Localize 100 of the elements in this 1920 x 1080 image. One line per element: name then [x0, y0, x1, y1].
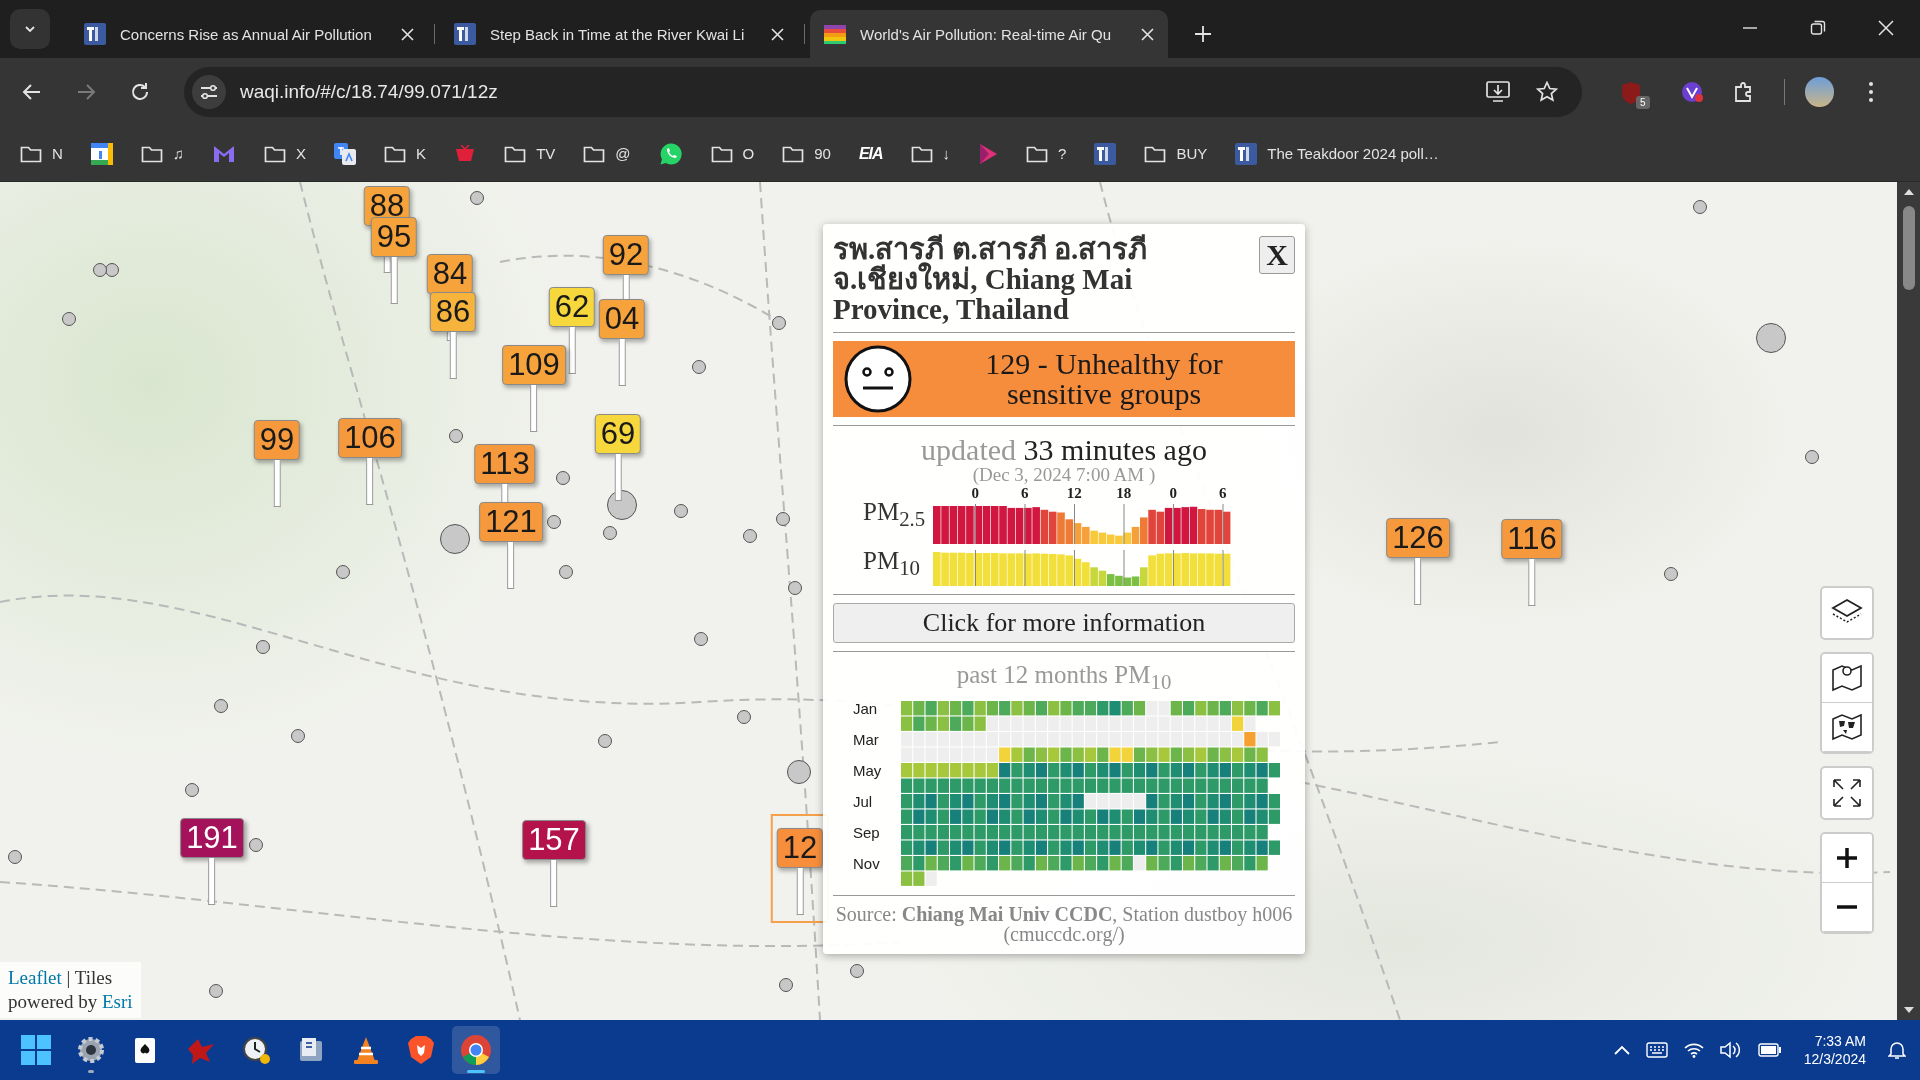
- install-app-icon[interactable]: [1486, 81, 1510, 103]
- marker-pole: [507, 542, 515, 589]
- site-logo-icon: [1235, 142, 1258, 165]
- bookmark-folder[interactable]: ↓: [910, 144, 951, 163]
- hour-tick-label: 0: [1169, 485, 1177, 501]
- bookmark-folder[interactable]: K: [384, 144, 427, 163]
- running-indicator: [467, 1070, 485, 1073]
- bookmark-folder[interactable]: N: [20, 144, 63, 163]
- close-icon[interactable]: [1878, 20, 1894, 36]
- aqi-marker[interactable]: 84: [426, 254, 474, 294]
- mail-icon[interactable]: [212, 143, 237, 164]
- month-label: Sep: [853, 825, 881, 843]
- aqi-marker[interactable]: 92: [602, 235, 650, 275]
- keyboard-icon[interactable]: [1645, 1042, 1668, 1058]
- browser-tab[interactable]: World's Air Pollution: Real-time Air Qu: [810, 10, 1168, 58]
- bookmark-star-icon[interactable]: [1536, 81, 1558, 103]
- chat-bubble-icon[interactable]: [658, 141, 683, 166]
- taskbar-clock[interactable]: 7:33 AM 12/3/2024: [1803, 1032, 1866, 1068]
- marker-pole: [449, 332, 457, 379]
- lion-shield-icon: [407, 1035, 435, 1065]
- gear-icon: [76, 1035, 106, 1065]
- calendar-icon[interactable]: [90, 142, 113, 165]
- scrollbar-thumb[interactable]: [1902, 206, 1915, 290]
- scrollbar[interactable]: [1897, 182, 1920, 1020]
- map-pin-icon: [1831, 662, 1863, 694]
- volume-icon[interactable]: [1719, 1041, 1742, 1059]
- aqi-marker[interactable]: 69: [594, 414, 642, 454]
- translate-icon[interactable]: [334, 142, 357, 165]
- aqi-marker[interactable]: 99: [253, 420, 301, 460]
- aqi-marker[interactable]: 04: [598, 299, 646, 339]
- marker-pole: [273, 460, 281, 507]
- aqi-marker[interactable]: 116: [1501, 519, 1563, 559]
- address-bar[interactable]: waqi.info/#/c/18.74/99.071/12z: [184, 67, 1582, 117]
- map-pin-button[interactable]: [1822, 654, 1872, 703]
- tab-title: Step Back in Time at the River Kwai Li: [490, 25, 746, 43]
- close-icon[interactable]: [1141, 27, 1154, 41]
- pollutant-label: PM$_{10}$: [863, 546, 921, 582]
- aqi-marker[interactable]: 157: [522, 820, 586, 860]
- bookmark-folder[interactable]: O: [710, 144, 755, 163]
- aqi-marker[interactable]: 12: [776, 828, 824, 868]
- scroll-up-icon[interactable]: [1902, 188, 1915, 196]
- aqi-marker[interactable]: 191: [180, 818, 244, 858]
- battery-icon[interactable]: [1757, 1043, 1782, 1057]
- aqi-status-text: 129 - Unhealthy for sensitive groups: [984, 349, 1224, 409]
- close-icon[interactable]: [771, 27, 784, 41]
- layers-button[interactable]: [1820, 586, 1874, 640]
- zoom-in-button[interactable]: [1822, 834, 1872, 883]
- bookmark-folder[interactable]: TV: [504, 144, 556, 163]
- aqi-marker[interactable]: 109: [502, 345, 566, 385]
- fullscreen-button[interactable]: [1820, 766, 1874, 820]
- marker-pole: [796, 868, 804, 915]
- extension-icon[interactable]: [1679, 80, 1704, 104]
- aqi-marker[interactable]: 126: [1386, 518, 1450, 558]
- site-settings-icon[interactable]: [192, 75, 226, 109]
- neutral-face-icon: [843, 344, 913, 414]
- folder-icon: [20, 144, 42, 163]
- folder-icon: [384, 144, 407, 163]
- menu-icon[interactable]: [1868, 81, 1874, 103]
- aqi-marker[interactable]: 121: [479, 502, 543, 542]
- bookmark-folder[interactable]: ♫: [140, 144, 185, 163]
- month-label: Jul: [853, 794, 874, 812]
- aqi-marker[interactable]: 95: [370, 217, 418, 257]
- marker-pole: [208, 858, 216, 905]
- shield-extension-icon[interactable]: [1620, 81, 1642, 105]
- scroll-down-icon[interactable]: [1902, 1006, 1915, 1014]
- aqi-marker[interactable]: 62: [548, 287, 596, 327]
- play-icon[interactable]: [978, 142, 999, 165]
- bookmark-logo[interactable]: EIA: [858, 144, 883, 163]
- esri-link[interactable]: Esri: [101, 991, 133, 1012]
- bookmark-folder[interactable]: X: [264, 144, 307, 163]
- back-arrow-icon[interactable]: [22, 82, 42, 102]
- aqi-marker[interactable]: 113: [474, 444, 536, 484]
- close-icon[interactable]: [401, 27, 414, 41]
- bookmark-link[interactable]: The Teakdoor 2024 poll…: [1235, 142, 1439, 165]
- folder-icon: [504, 144, 527, 163]
- chevron-up-icon[interactable]: [1613, 1045, 1630, 1055]
- bookmark-folder[interactable]: ?: [1026, 144, 1067, 163]
- site-logo-icon[interactable]: [1094, 142, 1117, 165]
- folder-icon: [910, 144, 933, 163]
- folder-icon: [710, 144, 733, 163]
- timestamp: (Dec 3, 2024 7:00 AM ): [972, 466, 1157, 484]
- bookmark-folder[interactable]: BUY: [1144, 144, 1208, 163]
- marker-pole: [550, 860, 558, 907]
- leaflet-link[interactable]: Leaflet: [8, 967, 62, 988]
- aqi-marker[interactable]: 106: [338, 418, 402, 458]
- profile-avatar[interactable]: [1804, 77, 1834, 107]
- more-info-button[interactable]: Click for more information: [833, 603, 1295, 643]
- close-button[interactable]: X: [1259, 236, 1295, 274]
- notification-bell-icon[interactable]: [1888, 1040, 1906, 1060]
- tab-favicon-icon: [84, 23, 106, 45]
- wifi-icon[interactable]: [1683, 1042, 1704, 1058]
- aqi-marker[interactable]: 86: [429, 292, 477, 332]
- month-label: May: [853, 763, 883, 781]
- tv-icon[interactable]: [454, 144, 477, 163]
- bookmark-folder[interactable]: 90: [782, 144, 831, 163]
- bookmark-folder[interactable]: @: [583, 144, 631, 163]
- reload-icon[interactable]: [130, 82, 150, 102]
- restore-icon[interactable]: [1810, 20, 1826, 36]
- new-tab-icon[interactable]: [1194, 25, 1212, 43]
- folder-icon: [782, 144, 805, 163]
